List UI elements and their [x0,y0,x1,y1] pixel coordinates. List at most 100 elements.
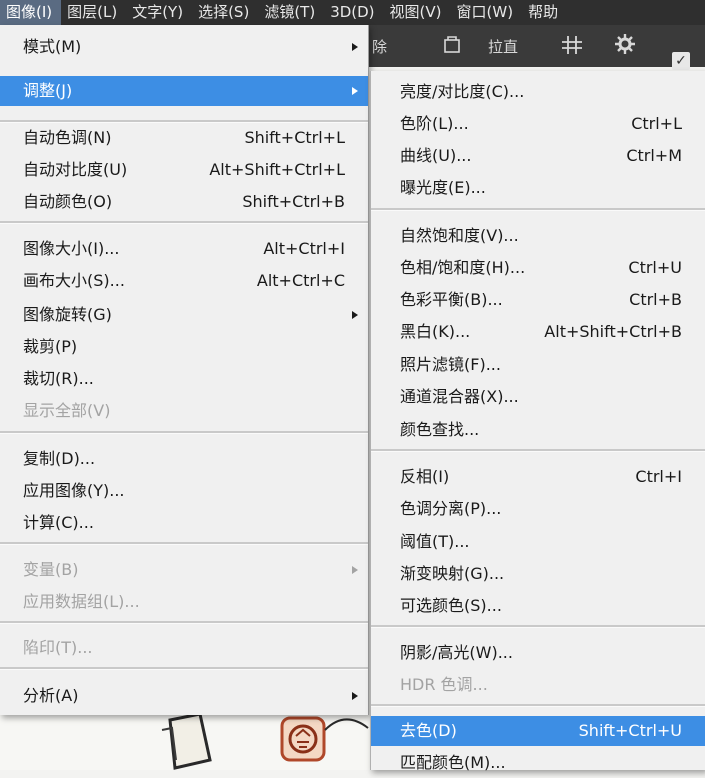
menubar-3d[interactable]: 3D(D) [324,0,383,25]
submenu-arrow-icon [352,311,358,319]
menu-bar: 图像(I) 图层(L) 文字(Y) 选择(S) 滤镜(T) 3D(D) 视图(V… [0,0,705,25]
menu-separator [371,208,705,211]
menu-item-shadows-highlights[interactable]: 阴影/高光(W)... [371,638,705,668]
menubar-filter[interactable]: 滤镜(T) [258,0,324,25]
menu-item-label: 应用数据组(L)... [23,592,140,611]
menu-item-trap: 陷印(T)... [0,633,368,663]
menu-shortcut: Ctrl+U [628,258,682,277]
submenu-arrow-icon [352,692,358,700]
gear-icon[interactable] [614,33,636,59]
toolbar-label-straighten[interactable]: 拉直 [488,36,518,57]
menu-item-label: 自动颜色(O) [23,192,113,211]
menu-item-color-lookup[interactable]: 颜色查找... [371,415,705,445]
menu-item-variables: 变量(B) [0,555,368,585]
menu-shortcut: Alt+Shift+Ctrl+L [209,160,345,179]
menu-item-trim[interactable]: 裁切(R)... [0,364,368,394]
menu-shortcut: Ctrl+I [635,467,682,486]
menu-item-gradient-map[interactable]: 渐变映射(G)... [371,559,705,589]
menu-separator [371,449,705,452]
menu-item-invert[interactable]: 反相(I) Ctrl+I [371,462,705,492]
menu-item-curves[interactable]: 曲线(U)... Ctrl+M [371,141,705,171]
menu-item-label: 调整(J) [23,81,73,100]
menu-item-hdr-toning: HDR 色调... [371,670,705,700]
menu-shortcut: Shift+Ctrl+U [578,721,682,740]
menubar-view[interactable]: 视图(V) [384,0,451,25]
menu-item-photo-filter[interactable]: 照片滤镜(F)... [371,350,705,380]
menu-item-label: 裁剪(P) [23,337,78,356]
menubar-layer[interactable]: 图层(L) [61,0,126,25]
menu-item-reveal-all: 显示全部(V) [0,396,368,426]
menu-item-crop[interactable]: 裁剪(P) [0,332,368,362]
straighten-icon[interactable] [442,34,462,60]
menu-separator [0,667,368,670]
menu-shortcut: Alt+Shift+Ctrl+B [544,322,682,341]
menubar-image[interactable]: 图像(I) [0,0,62,25]
menu-item-label: 陷印(T)... [23,638,93,657]
menu-separator [371,625,705,628]
menu-item-label: 裁切(R)... [23,369,94,388]
menu-item-label: 分析(A) [23,686,79,705]
menu-item-selective-color[interactable]: 可选颜色(S)... [371,591,705,621]
menu-item-label: 自动色调(N) [23,128,112,147]
menu-item-label: 可选颜色(S)... [400,596,502,615]
menu-item-label: 变量(B) [23,560,79,579]
menubar-type[interactable]: 文字(Y) [126,0,192,25]
menu-item-posterize[interactable]: 色调分离(P)... [371,494,705,524]
menubar-window[interactable]: 窗口(W) [451,0,523,25]
adjustments-submenu: 亮度/对比度(C)... 色阶(L)... Ctrl+L 曲线(U)... Ctrl… [370,71,705,772]
menu-separator [0,542,368,545]
menu-item-label: 通道混合器(X)... [400,387,519,406]
menu-item-mode[interactable]: 模式(M) [0,32,368,62]
menubar-select[interactable]: 选择(S) [192,0,258,25]
menu-item-adjust[interactable]: 调整(J) [0,76,368,106]
menu-item-levels[interactable]: 色阶(L)... Ctrl+L [371,109,705,139]
menu-item-hue-saturation[interactable]: 色相/饱和度(H)... Ctrl+U [371,253,705,283]
menu-item-desaturate[interactable]: 去色(D) Shift+Ctrl+U [371,716,705,746]
menu-item-calculations[interactable]: 计算(C)... [0,508,368,538]
menu-item-label: 模式(M) [23,37,82,56]
menu-shortcut: Ctrl+M [626,146,682,165]
menu-item-label: 颜色查找... [400,420,480,439]
menu-item-auto-tone[interactable]: 自动色调(N) Shift+Ctrl+L [0,123,368,153]
menu-item-analysis[interactable]: 分析(A) [0,681,368,711]
menu-shortcut: Shift+Ctrl+B [242,192,345,211]
menu-separator [371,704,705,707]
menu-item-duplicate[interactable]: 复制(D)... [0,444,368,474]
menu-item-threshold[interactable]: 阈值(T)... [371,527,705,557]
menu-shortcut: Shift+Ctrl+L [244,128,345,147]
menu-item-label: 画布大小(S)... [23,271,125,290]
menu-item-canvas-size[interactable]: 画布大小(S)... Alt+Ctrl+C [0,266,368,296]
menu-item-apply-image[interactable]: 应用图像(Y)... [0,476,368,506]
menu-item-brightness-contrast[interactable]: 亮度/对比度(C)... [371,77,705,107]
menu-item-color-balance[interactable]: 色彩平衡(B)... Ctrl+B [371,285,705,315]
submenu-arrow-icon [352,43,358,51]
menu-item-label: 阈值(T)... [400,532,470,551]
menu-item-label: 图像大小(I)... [23,239,120,258]
menu-item-label: 图像旋转(G) [23,305,112,324]
menu-item-label: 黑白(K)... [400,322,471,341]
menu-separator [0,221,368,224]
menu-shortcut: Alt+Ctrl+C [256,271,345,290]
toolbar-checkbox[interactable]: ✓ [672,52,690,70]
menu-item-auto-color[interactable]: 自动颜色(O) Shift+Ctrl+B [0,187,368,217]
menu-item-exposure[interactable]: 曝光度(E)... [371,173,705,203]
menu-item-label: 照片滤镜(F)... [400,355,501,374]
menu-item-label: 阴影/高光(W)... [400,643,513,662]
menu-item-label: 色彩平衡(B)... [400,290,503,309]
menubar-help[interactable]: 帮助 [522,0,567,25]
menu-item-auto-contrast[interactable]: 自动对比度(U) Alt+Shift+Ctrl+L [0,155,368,185]
menu-item-channel-mixer[interactable]: 通道混合器(X)... [371,382,705,412]
menu-separator [0,431,368,434]
menu-item-label: 亮度/对比度(C)... [400,82,525,101]
menu-item-vibrance[interactable]: 自然饱和度(V)... [371,221,705,251]
menu-item-image-size[interactable]: 图像大小(I)... Alt+Ctrl+I [0,234,368,264]
grid-icon[interactable] [560,34,584,60]
submenu-arrow-icon [352,87,358,95]
menu-shortcut: Ctrl+L [631,114,682,133]
menu-item-image-rotation[interactable]: 图像旋转(G) [0,300,368,330]
menu-item-label: 色阶(L)... [400,114,469,133]
menu-item-match-color[interactable]: 匹配颜色(M)... [371,748,705,778]
toolbar-label-erase[interactable]: 除 [372,36,387,57]
menu-item-black-white[interactable]: 黑白(K)... Alt+Shift+Ctrl+B [371,317,705,347]
menu-item-label: 自动对比度(U) [23,160,128,179]
